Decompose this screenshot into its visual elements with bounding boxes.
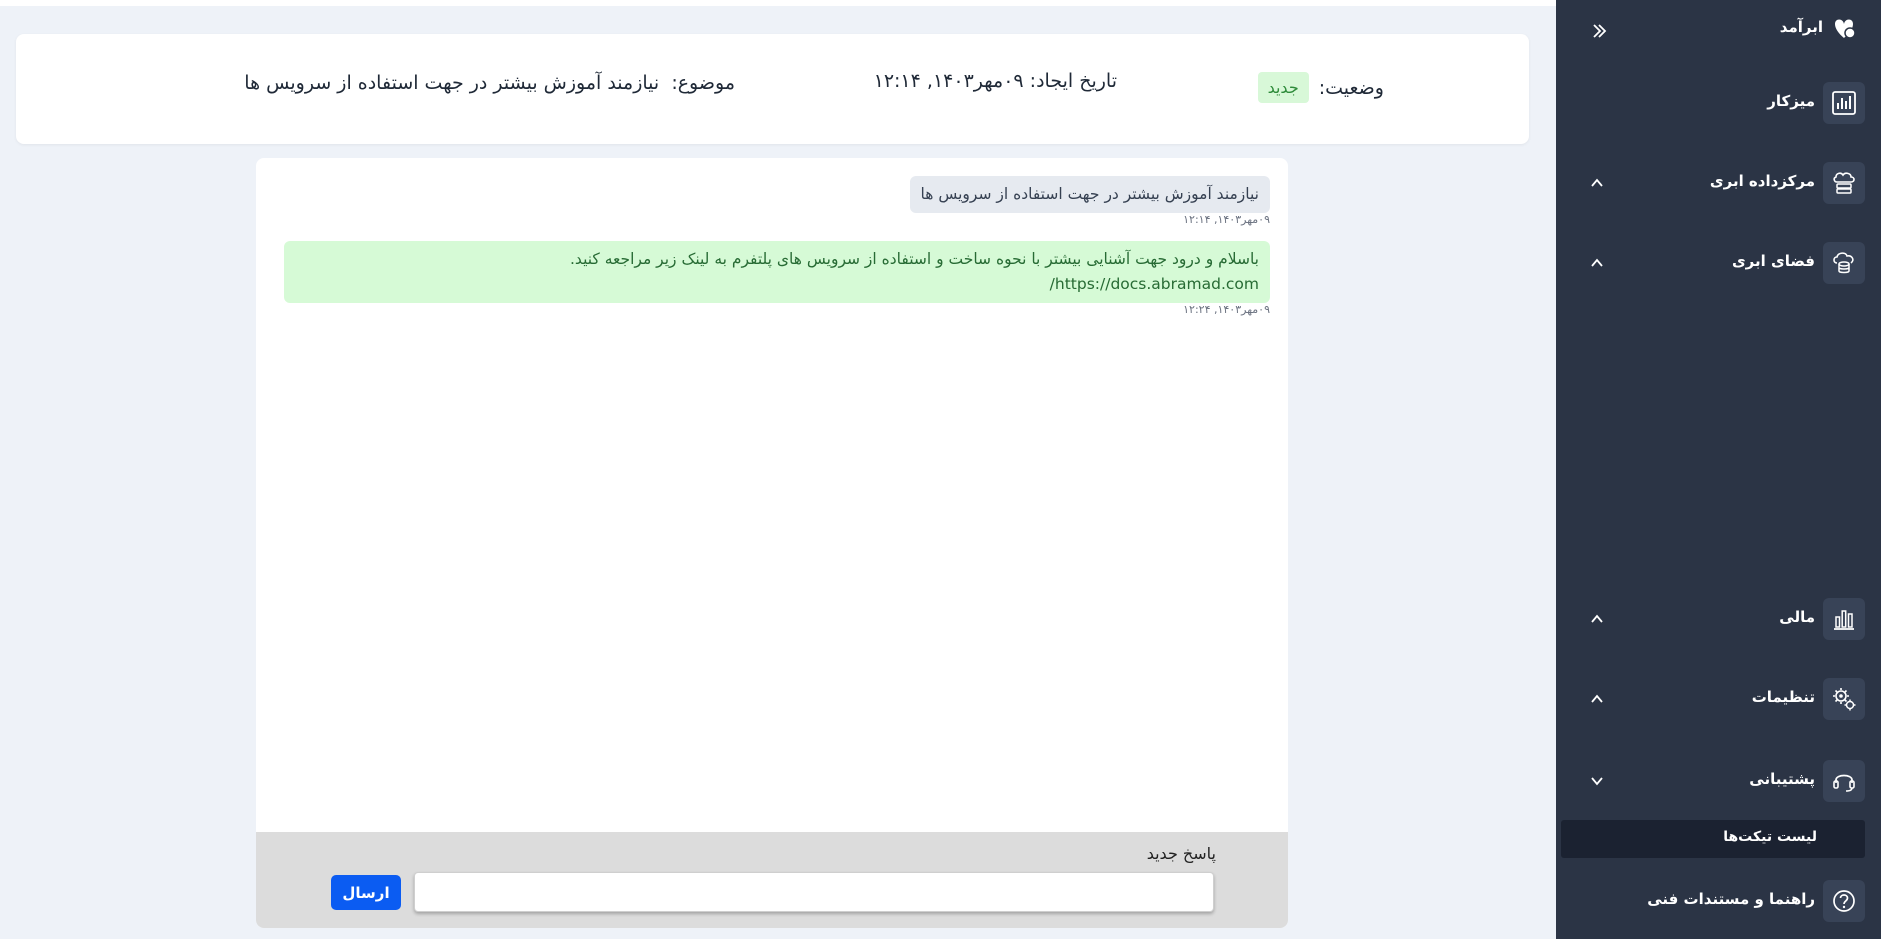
sidebar-item-label: تنظیمات [1751,688,1815,706]
double-chevron-icon [1593,24,1607,38]
sidebar-subitem-ticket-list[interactable]: لیست تیکت‌ها [1561,820,1865,858]
ticket-status: وضعیت: جدید [1257,72,1384,103]
bar-chart-icon [1823,598,1865,640]
brand-logo-icon [1829,14,1859,44]
chevron-up-icon[interactable] [1586,252,1608,274]
user-message: نیازمند آموزش بیشتر در جهت استفاده از سر… [909,176,1270,213]
chat-panel: نیازمند آموزش بیشتر در جهت استفاده از سر… [256,158,1288,928]
collapse-sidebar-button[interactable] [1586,18,1612,44]
chevron-up-icon[interactable] [1586,608,1608,630]
support-message-link[interactable]: https://docs.abramad.com/ [295,272,1259,297]
chevron-up-icon[interactable] [1586,172,1608,194]
top-strip [0,0,1556,6]
user-message-time: ۰۹مهر۱۴۰۳, ۱۲:۱۴ [1183,213,1270,226]
ticket-date: تاریخ ایجاد: ۰۹مهر۱۴۰۳, ۱۲:۱۴ [874,70,1117,92]
send-button[interactable]: ارسال [331,875,401,910]
sidebar-item-cloud-storage[interactable]: فضای ابری [1556,238,1881,294]
subject-label: موضوع: [671,72,735,94]
sidebar-item-support[interactable]: پشتیبانی [1556,756,1881,812]
sidebar-item-label: راهنما و مستندات فنی [1647,890,1815,908]
reply-label: پاسخ جدید [1146,844,1216,863]
sidebar-item-label: میزکار [1767,92,1815,110]
sidebar-item-docs[interactable]: راهنما و مستندات فنی [1556,876,1881,932]
chevron-up-icon[interactable] [1586,688,1608,710]
support-message-time: ۰۹مهر۱۴۰۳, ۱۲:۲۴ [1183,303,1270,316]
sidebar-subitem-label: لیست تیکت‌ها [1723,829,1817,845]
sidebar-item-label: فضای ابری [1731,252,1815,270]
status-badge: جدید [1257,72,1309,103]
headset-icon [1823,760,1865,802]
sidebar-item-label: پشتیبانی [1749,770,1815,788]
date-value: ۰۹مهر۱۴۰۳, ۱۲:۱۴ [873,70,1024,92]
cloud-storage-icon [1823,242,1865,284]
date-label: تاریخ ایجاد: [1029,70,1117,92]
sidebar-item-finance[interactable]: مالی [1556,594,1881,650]
sidebar-item-label: مالی [1779,608,1815,626]
ticket-header: وضعیت: جدید تاریخ ایجاد: ۰۹مهر۱۴۰۳, ۱۲:۱… [16,34,1529,144]
support-message: باسلام و درود جهت آشنایی بیشتر با نحوه س… [284,241,1270,303]
sidebar-item-settings[interactable]: تنظیمات [1556,674,1881,730]
sidebar: ابرآمد میزکار مرکزداده ابری فضای ابری ما… [1556,0,1881,939]
dashboard-chart-icon [1823,82,1865,124]
help-circle-icon [1823,880,1865,922]
reply-composer: پاسخ جدید ارسال [256,832,1288,928]
sidebar-item-dashboard[interactable]: میزکار [1556,78,1881,134]
support-message-line1: باسلام و درود جهت آشنایی بیشتر با نحوه س… [570,250,1259,268]
sidebar-item-cloud-datacenter[interactable]: مرکزداده ابری [1556,158,1881,214]
cloud-server-icon [1823,162,1865,204]
status-label: وضعیت: [1318,76,1384,99]
reply-input[interactable] [414,872,1214,912]
sidebar-item-label: مرکزداده ابری [1709,172,1815,190]
gears-icon [1823,678,1865,720]
brand: ابرآمد [1556,8,1881,48]
subject-value: نیازمند آموزش بیشتر در جهت استفاده از سر… [244,72,660,94]
page: وضعیت: جدید تاریخ ایجاد: ۰۹مهر۱۴۰۳, ۱۲:۱… [0,0,1881,939]
ticket-subject: موضوع: نیازمند آموزش بیشتر در جهت استفاد… [244,72,735,94]
brand-name: ابرآمد [1779,18,1823,36]
chevron-down-icon[interactable] [1586,770,1608,792]
